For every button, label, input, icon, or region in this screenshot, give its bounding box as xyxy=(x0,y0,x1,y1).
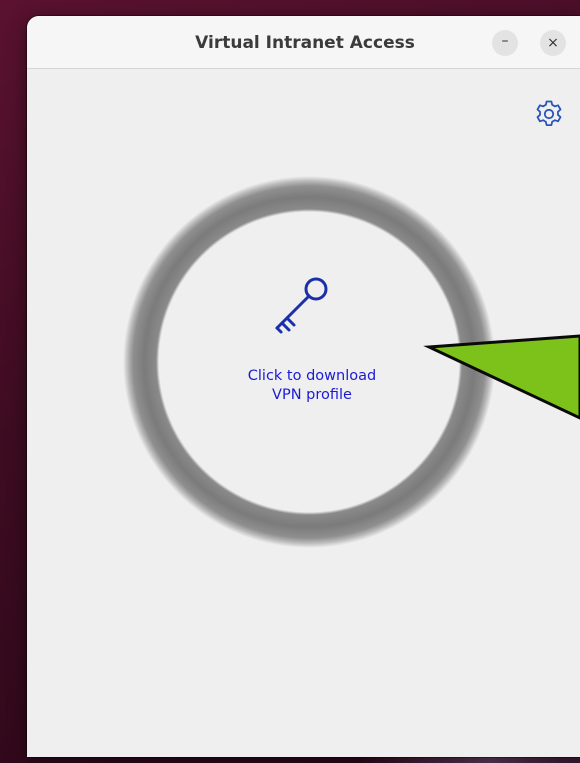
close-icon: × xyxy=(547,35,559,51)
download-label-line2: VPN profile xyxy=(272,387,352,403)
download-profile-button[interactable] xyxy=(123,176,495,548)
key-icon[interactable] xyxy=(265,266,345,346)
minimize-button[interactable]: – xyxy=(492,30,518,56)
close-button[interactable]: × xyxy=(540,30,566,56)
app-window: Virtual Intranet Access – × Click to dow… xyxy=(27,16,580,757)
title-bar[interactable]: Virtual Intranet Access – × xyxy=(27,16,580,69)
gear-icon[interactable] xyxy=(533,98,565,130)
download-profile-label[interactable]: Click to download VPN profile xyxy=(217,367,407,405)
minimize-icon: – xyxy=(501,33,509,49)
download-label-line1: Click to download xyxy=(247,368,377,384)
